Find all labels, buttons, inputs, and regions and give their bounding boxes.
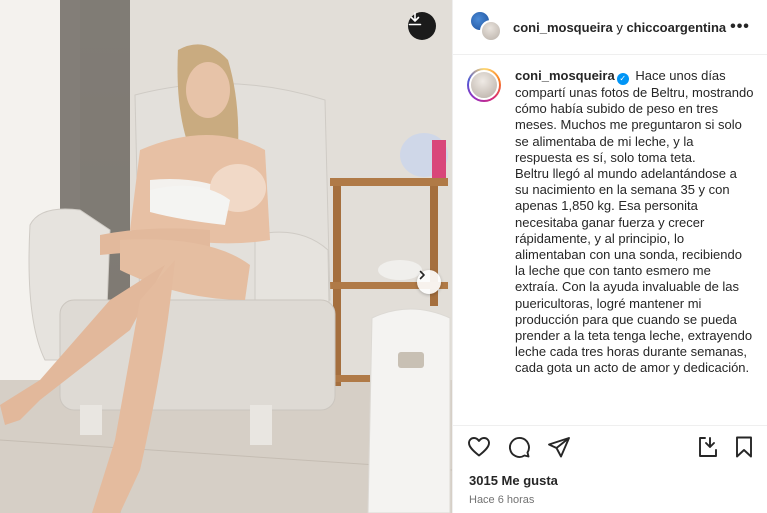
more-options-icon[interactable]: •••	[730, 18, 750, 35]
chevron-right-icon	[419, 270, 425, 280]
caption-avatar[interactable]	[467, 68, 501, 102]
header-author-link[interactable]: coni_mosqueira	[513, 20, 613, 35]
post-side-panel: coni_mosqueira y chiccoargentina ••• con…	[452, 0, 767, 513]
header-connector: y	[612, 19, 627, 35]
download-icon	[408, 12, 422, 26]
action-bar	[453, 425, 767, 467]
photo-illustration	[0, 0, 452, 513]
woman-face	[186, 62, 230, 118]
next-photo-button[interactable]	[417, 270, 441, 294]
caption-fade	[453, 411, 767, 425]
caption-paragraph-2: Beltru llegó al mundo adelantándose a su…	[515, 166, 753, 376]
shelf-top	[330, 178, 448, 186]
caption-text: coni_mosqueira ✓ Hace unos días compartí …	[515, 68, 754, 425]
author-avatar[interactable]	[480, 20, 502, 42]
post-timestamp[interactable]: Hace 6 horas	[469, 494, 534, 506]
bookmark-icon[interactable]	[732, 435, 756, 459]
diaper-bin	[367, 308, 451, 513]
header-collaborator-link[interactable]: chiccoargentina	[626, 20, 726, 35]
share-icon[interactable]	[547, 435, 571, 459]
add-to-collection-icon[interactable]	[696, 435, 720, 459]
caption-area[interactable]: coni_mosqueira ✓ Hace unos días compartí …	[453, 56, 767, 425]
verified-badge-icon: ✓	[616, 73, 629, 85]
caption-username-link[interactable]: coni_mosqueira	[515, 68, 615, 83]
likes-count[interactable]: 3015 Me gusta	[469, 473, 558, 488]
caption-avatar-image	[469, 70, 499, 100]
post-photo[interactable]	[0, 0, 452, 513]
post-header: coni_mosqueira y chiccoargentina •••	[453, 0, 767, 55]
heart-icon[interactable]	[467, 435, 491, 459]
comment-icon[interactable]	[507, 435, 531, 459]
caption-paragraph: coni_mosqueira ✓ Hace unos días compartí …	[515, 68, 754, 166]
collab-avatars[interactable]	[469, 10, 503, 44]
download-button[interactable]	[408, 12, 436, 40]
header-usernames: coni_mosqueira y chiccoargentina	[513, 20, 726, 35]
